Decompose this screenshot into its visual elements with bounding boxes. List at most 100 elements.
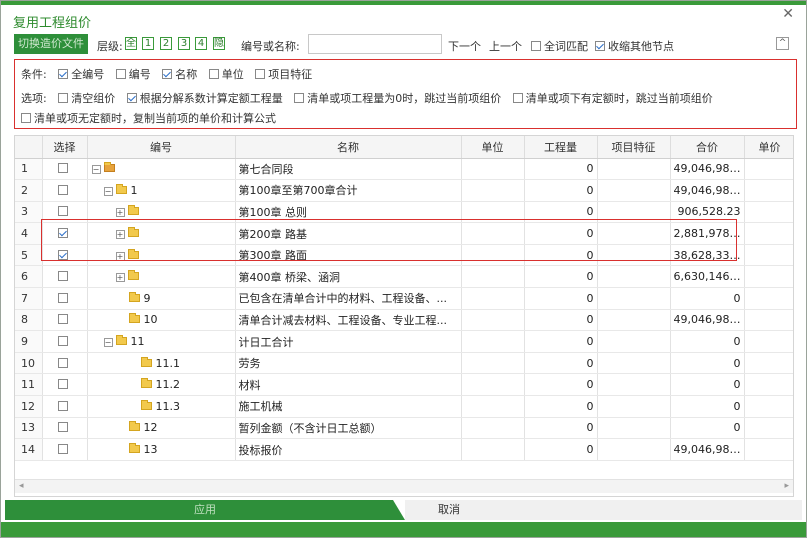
select-cell[interactable] (42, 265, 88, 289)
collapse-others-option[interactable]: 收缩其他节点 (595, 38, 674, 54)
table-row[interactable]: 5 + 第300章 路面 0 38,628,331.... (15, 244, 793, 267)
expand-icon[interactable]: + (115, 273, 125, 283)
select-cell[interactable] (42, 201, 88, 224)
checkbox[interactable] (512, 93, 523, 103)
table-row[interactable]: 6 + 第400章 桥梁、涵洞 0 6,630,146.79 (15, 265, 793, 289)
checkbox[interactable] (126, 93, 137, 103)
option-clear-pricing[interactable]: 清空组价 (58, 92, 115, 105)
table-row[interactable]: 4 + 第200章 路基 0 2,881,978.77 (15, 222, 793, 245)
checkbox[interactable] (294, 93, 305, 103)
col-unit[interactable]: 单位 (461, 136, 525, 159)
table-row[interactable]: 8 10 清单合计减去材料、工程设备、专业工程... 0 49,046,985.... (15, 309, 793, 332)
select-cell[interactable] (42, 158, 88, 181)
col-code[interactable]: 编号 (87, 136, 236, 159)
expand-icon[interactable]: + (115, 208, 125, 218)
search-input[interactable] (308, 34, 442, 54)
checkbox[interactable] (162, 69, 173, 79)
table-row[interactable]: 12 11.3 施工机械 0 0 (15, 395, 793, 418)
select-cell[interactable] (42, 222, 88, 245)
checkbox[interactable] (58, 93, 69, 103)
condition-unit[interactable]: 单位 (208, 68, 244, 81)
level-2-button[interactable]: 2 (160, 37, 172, 50)
table-row[interactable]: 3 + 第100章 总则 0 906,528.23 (15, 201, 793, 224)
select-cell[interactable] (42, 287, 88, 310)
condition-full-code[interactable]: 全编号 (58, 68, 104, 81)
expand-icon[interactable]: + (115, 230, 125, 240)
collapse-panel-icon[interactable]: ^ (776, 37, 789, 50)
select-cell[interactable] (42, 352, 88, 375)
col-name[interactable]: 名称 (235, 136, 462, 159)
select-cell[interactable] (42, 438, 88, 461)
col-total[interactable]: 合价 (670, 136, 745, 159)
scroll-right-icon[interactable]: ▸ (784, 481, 789, 491)
select-cell[interactable] (42, 417, 88, 440)
collapse-icon[interactable]: − (103, 186, 113, 196)
option-skip-zero-qty[interactable]: 清单或项工程量为0时，跳过当前项组价 (294, 92, 501, 105)
scroll-left-icon[interactable]: ◂ (19, 481, 24, 491)
horizontal-scrollbar[interactable]: ◂ ▸ (15, 479, 793, 493)
col-select[interactable]: 选择 (42, 136, 88, 159)
condition-feature[interactable]: 项目特征 (255, 68, 312, 81)
switch-file-button[interactable]: 切换造价文件 (14, 34, 88, 54)
prev-button[interactable]: 上一个 (489, 38, 522, 54)
row-checkbox[interactable] (58, 271, 68, 282)
row-checkbox[interactable] (58, 292, 68, 303)
row-checkbox[interactable] (58, 379, 68, 390)
checkbox[interactable] (208, 69, 219, 79)
collapse-icon[interactable]: − (103, 338, 113, 348)
checkbox[interactable] (58, 69, 69, 79)
row-checkbox[interactable] (58, 206, 68, 217)
row-checkbox[interactable] (58, 444, 68, 455)
condition-name[interactable]: 名称 (162, 68, 197, 81)
level-3-button[interactable]: 3 (178, 37, 190, 50)
table-row[interactable]: 2−1 第100章至第700章合计 0 49,046,985.... (15, 179, 793, 202)
collapse-icon[interactable]: − (91, 165, 101, 175)
option-decompose-coefficient[interactable]: 根据分解系数计算定额工程量 (126, 92, 283, 105)
table-row[interactable]: 13 12 暂列金额（不含计日工总额） 0 0 (15, 417, 793, 440)
level-all-button[interactable]: 全 (125, 37, 137, 50)
row-checkbox[interactable] (58, 163, 68, 174)
option-copy-price-formula[interactable]: 清单或项无定额时，复制当前项的单价和计算公式 (21, 112, 276, 125)
full-match-option[interactable]: 全词匹配 (531, 38, 588, 54)
select-cell[interactable] (42, 373, 88, 397)
level-4-button[interactable]: 4 (195, 37, 207, 50)
apply-button[interactable]: 应用 (5, 500, 405, 520)
row-checkbox[interactable] (58, 400, 68, 411)
close-icon[interactable]: ✕ (782, 7, 794, 21)
col-feature[interactable]: 项目特征 (597, 136, 671, 159)
level-1-button[interactable]: 1 (142, 37, 154, 50)
table-row[interactable]: 7 9 已包含在清单合计中的材料、工程设备、... 0 0 (15, 287, 793, 310)
conditions-label: 条件: (21, 68, 47, 81)
row-checkbox[interactable] (58, 249, 68, 260)
table-row[interactable]: 14 13 投标报价 0 49,046,985.... (15, 438, 793, 461)
collapse-others-checkbox[interactable] (595, 41, 605, 51)
condition-code[interactable]: 编号 (115, 68, 151, 81)
select-cell[interactable] (42, 244, 88, 267)
checkbox[interactable] (21, 113, 31, 123)
expand-icon[interactable]: + (115, 251, 125, 261)
table-row[interactable]: 10 11.1 劳务 0 0 (15, 352, 793, 375)
level-hidden-button[interactable]: 隐 (213, 37, 225, 50)
row-checkbox[interactable] (58, 314, 68, 325)
row-checkbox[interactable] (58, 357, 68, 368)
select-cell[interactable] (42, 330, 88, 353)
select-cell[interactable] (42, 179, 88, 202)
next-button[interactable]: 下一个 (448, 38, 481, 54)
table-row[interactable]: 1 − 第七合同段 0 49,046,985.... (15, 158, 793, 181)
table-row[interactable]: 9 − 11 计日工合计 0 0 (15, 330, 793, 353)
col-quantity[interactable]: 工程量 (524, 136, 598, 159)
row-checkbox[interactable] (58, 228, 68, 239)
row-checkbox[interactable] (58, 184, 68, 195)
row-checkbox[interactable] (58, 336, 68, 347)
full-match-checkbox[interactable] (531, 41, 541, 51)
col-unit-price[interactable]: 单价 (744, 136, 793, 159)
checkbox[interactable] (255, 69, 266, 79)
select-cell[interactable] (42, 395, 88, 418)
checkbox[interactable] (115, 69, 126, 79)
row-checkbox[interactable] (58, 422, 68, 433)
cancel-button[interactable]: 取消 (405, 500, 802, 520)
select-cell[interactable] (42, 309, 88, 332)
code-text: 12 (143, 421, 158, 435)
option-skip-has-quota[interactable]: 清单或项下有定额时，跳过当前项组价 (512, 92, 713, 105)
table-row[interactable]: 11 11.2 材料 0 0 (15, 373, 793, 397)
